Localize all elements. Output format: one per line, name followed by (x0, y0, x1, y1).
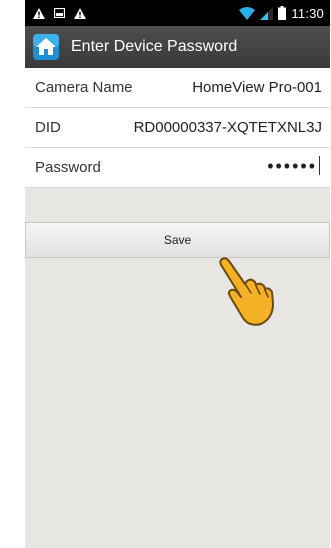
title-bar: Enter Device Password (25, 26, 330, 69)
image-icon (54, 8, 65, 18)
pointing-hand-icon (219, 257, 274, 326)
camera-name-row[interactable]: Camera Name HomeView Pro-001 (25, 68, 330, 108)
notification-icons (33, 5, 86, 21)
password-mask: •••••• (267, 156, 317, 176)
phone-screen: 11:30 Enter Device Password Camera Name … (25, 0, 330, 548)
password-row[interactable]: Password •••••• (25, 148, 330, 188)
did-field[interactable]: RD00000337-XQTETXNL3J (134, 119, 322, 136)
clock: 11:30 (291, 5, 324, 21)
battery-icon (278, 6, 287, 20)
system-icons: 11:30 (239, 5, 324, 21)
device-form: Camera Name HomeView Pro-001 DID RD00000… (25, 68, 330, 188)
did-label: DID (35, 119, 61, 136)
status-bar: 11:30 (25, 0, 330, 26)
password-field[interactable]: •••••• (267, 155, 320, 177)
camera-name-field[interactable]: HomeView Pro-001 (192, 79, 322, 96)
save-button[interactable]: Save (25, 222, 330, 258)
signal-icon (260, 6, 274, 20)
password-label: Password (35, 159, 101, 176)
camera-name-label: Camera Name (35, 79, 133, 96)
wifi-icon (239, 6, 256, 20)
page-title: Enter Device Password (71, 38, 238, 55)
warning-icon (33, 7, 45, 19)
did-row[interactable]: DID RD00000337-XQTETXNL3J (25, 108, 330, 148)
warning-icon (74, 7, 86, 19)
home-icon (33, 34, 59, 60)
text-cursor (319, 155, 320, 175)
